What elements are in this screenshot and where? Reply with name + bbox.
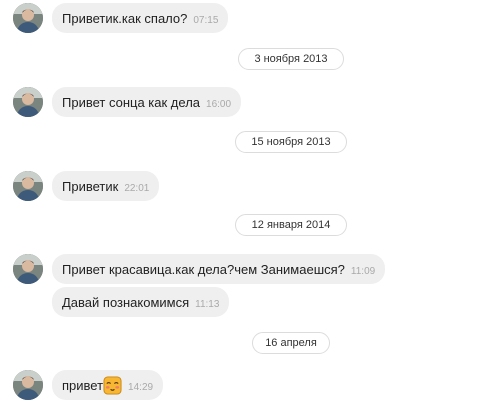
date-label: 3 ноября 2013 bbox=[254, 53, 328, 65]
avatar[interactable] bbox=[13, 3, 43, 33]
avatar[interactable] bbox=[13, 254, 43, 284]
avatar[interactable] bbox=[13, 370, 43, 400]
message-text: Привет красавица.как дела?чем Занимаешся… bbox=[62, 261, 345, 277]
message-text: Приветик.как спало? bbox=[62, 10, 188, 26]
chat-history: Приветик.как спало? 07:15 3 ноября 2013 … bbox=[0, 0, 491, 405]
message-bubble[interactable]: привет 14:29 bbox=[52, 370, 164, 400]
message-bubble[interactable]: Давай познакомимся 11:13 bbox=[52, 287, 230, 317]
date-separator: 15 ноября 2013 bbox=[235, 131, 347, 153]
user-photo-icon bbox=[13, 171, 43, 201]
user-photo-icon bbox=[13, 87, 43, 117]
message-bubble[interactable]: Привет красавица.как дела?чем Занимаешся… bbox=[52, 254, 386, 284]
message-text: привет bbox=[62, 377, 104, 393]
date-separator: 12 января 2014 bbox=[235, 214, 347, 236]
date-separator: 16 апреля bbox=[252, 332, 330, 354]
date-label: 12 января 2014 bbox=[251, 219, 331, 231]
message-bubble[interactable]: Приветик 22:01 bbox=[52, 171, 160, 201]
user-photo-icon bbox=[13, 3, 43, 33]
message-text: Приветик bbox=[62, 178, 119, 194]
message-time: 14:29 bbox=[128, 381, 154, 393]
date-label: 16 апреля bbox=[265, 337, 317, 349]
message-time: 07:15 bbox=[193, 14, 219, 26]
message-time: 11:13 bbox=[195, 298, 220, 310]
message-text: Давай познакомимся bbox=[62, 294, 190, 310]
avatar[interactable] bbox=[13, 87, 43, 117]
message-bubble[interactable]: Приветик.как спало? 07:15 bbox=[52, 3, 229, 33]
date-separator: 3 ноября 2013 bbox=[238, 48, 344, 70]
user-photo-icon bbox=[13, 370, 43, 400]
message-time: 16:00 bbox=[206, 98, 232, 110]
message-text: Привет сонца как дела bbox=[62, 94, 201, 110]
blushing-face-icon bbox=[103, 375, 122, 395]
avatar[interactable] bbox=[13, 171, 43, 201]
user-photo-icon bbox=[13, 254, 43, 284]
message-time: 11:09 bbox=[350, 265, 376, 277]
message-bubble[interactable]: Привет сонца как дела 16:00 bbox=[52, 87, 242, 117]
date-label: 15 ноября 2013 bbox=[251, 136, 331, 148]
message-time: 22:01 bbox=[124, 182, 150, 194]
